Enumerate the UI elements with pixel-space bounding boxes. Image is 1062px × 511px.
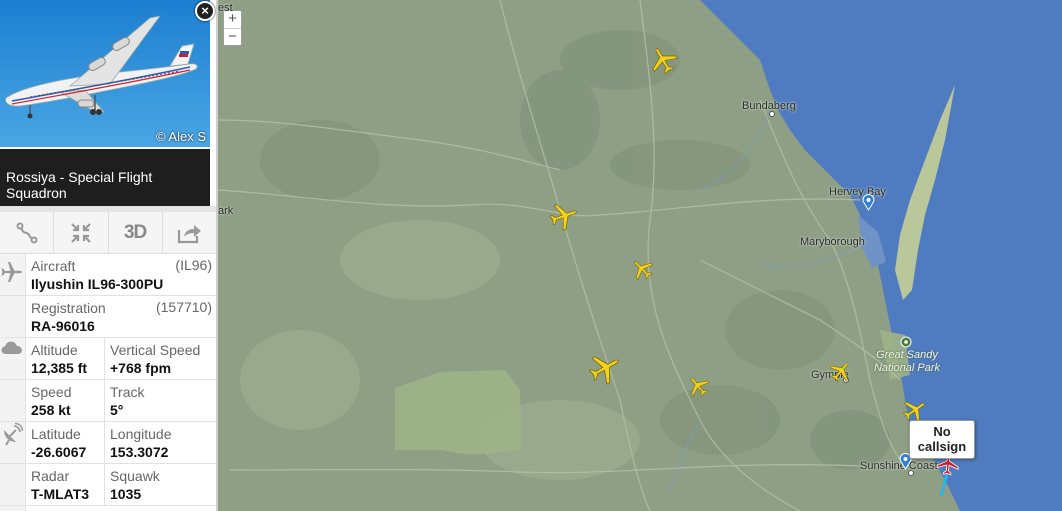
place-label-partial-west: est xyxy=(218,2,233,14)
town-marker-sunshine-coast xyxy=(908,470,914,476)
close-button[interactable]: × xyxy=(195,1,215,21)
action-bar: 3D xyxy=(0,212,216,254)
radar-label: Radar xyxy=(31,468,70,484)
radar-row: Radar T-MLAT3 Squawk 1035 xyxy=(0,464,216,506)
callsign-callout: No callsign xyxy=(909,420,975,459)
three-d-view-button[interactable]: 3D xyxy=(109,212,163,253)
latitude-value: -26.6067 xyxy=(31,444,87,460)
aircraft-row: Aircraft Ilyushin IL96-300PU (IL96) xyxy=(0,254,216,296)
registration-value: RA-96016 xyxy=(31,318,95,334)
registration-row: Registration RA-96016 (157710) xyxy=(0,296,216,338)
aircraft-photo[interactable]: © Alex S xyxy=(0,0,210,147)
altitude-label: Altitude xyxy=(31,342,78,358)
vertical-speed-cell: Vertical Speed +768 fpm xyxy=(105,338,216,379)
aircraft-value: Ilyushin IL96-300PU xyxy=(31,276,164,292)
squawk-label: Squawk xyxy=(110,468,160,484)
airline-name: Rossiya - Special Flight Squadron xyxy=(0,149,210,206)
registration-code: (157710) xyxy=(155,299,212,315)
flight-info-panel: © Alex S × Rossiya - Special Flight Squa… xyxy=(0,0,216,511)
place-label-maryborough: Maryborough xyxy=(800,236,865,248)
latitude-cell: Latitude -26.6067 xyxy=(26,422,105,463)
longitude-label: Longitude xyxy=(110,426,172,442)
squawk-value: 1035 xyxy=(110,486,142,502)
track-label: Track xyxy=(110,384,145,400)
vertical-speed-value: +768 fpm xyxy=(110,360,172,376)
track-value: 5° xyxy=(110,402,124,418)
route-icon xyxy=(16,222,38,243)
flight-details: Aircraft Ilyushin IL96-300PU (IL96) Regi… xyxy=(0,254,216,511)
place-label-hervey-bay: Hervey Bay xyxy=(829,186,886,198)
airport-pin-hervey-bay[interactable] xyxy=(862,194,875,211)
track-cell: Track 5° xyxy=(105,380,216,421)
zoom-out-button[interactable]: − xyxy=(224,28,241,45)
latitude-label: Latitude xyxy=(31,426,81,442)
share-button[interactable] xyxy=(163,212,216,253)
route-button[interactable] xyxy=(0,212,55,253)
collapse-icon xyxy=(71,222,91,243)
squawk-cell: Squawk 1035 xyxy=(105,464,216,505)
speed-label: Speed xyxy=(31,384,72,400)
longitude-value: 153.3072 xyxy=(110,444,169,460)
place-label-partial-park: ark xyxy=(218,205,234,217)
altitude-row: Altitude 12,385 ft Vertical Speed +768 f… xyxy=(0,338,216,380)
radar-cell: Radar T-MLAT3 xyxy=(26,464,105,505)
radar-value: T-MLAT3 xyxy=(31,486,90,502)
speed-cell: Speed 258 kt xyxy=(26,380,105,421)
collapse-button[interactable] xyxy=(54,212,109,253)
longitude-cell: Longitude 153.3072 xyxy=(105,422,216,463)
town-marker-bundaberg xyxy=(769,111,775,117)
zoom-control: + − xyxy=(223,10,242,46)
speed-row: Speed 258 kt Track 5° xyxy=(0,380,216,422)
share-icon xyxy=(178,224,202,243)
altitude-cell: Altitude 12,385 ft xyxy=(26,338,105,379)
position-row: Latitude -26.6067 Longitude 153.3072 xyxy=(0,422,216,464)
aircraft-cell: Aircraft Ilyushin IL96-300PU (IL96) xyxy=(26,254,216,295)
photo-credit: © Alex S xyxy=(155,129,206,144)
aircraft-image xyxy=(0,0,210,147)
park-marker-great-sandy xyxy=(900,336,912,348)
registration-cell: Registration RA-96016 (157710) xyxy=(26,296,216,337)
vertical-speed-label: Vertical Speed xyxy=(110,342,201,358)
altitude-value: 12,385 ft xyxy=(31,360,88,376)
panel-border xyxy=(216,0,218,511)
three-d-label: 3D xyxy=(123,221,147,243)
aircraft-type-code: (IL96) xyxy=(175,257,212,273)
place-label-great-sandy: Great Sandy National Park xyxy=(873,349,941,374)
speed-value: 258 kt xyxy=(31,402,71,418)
